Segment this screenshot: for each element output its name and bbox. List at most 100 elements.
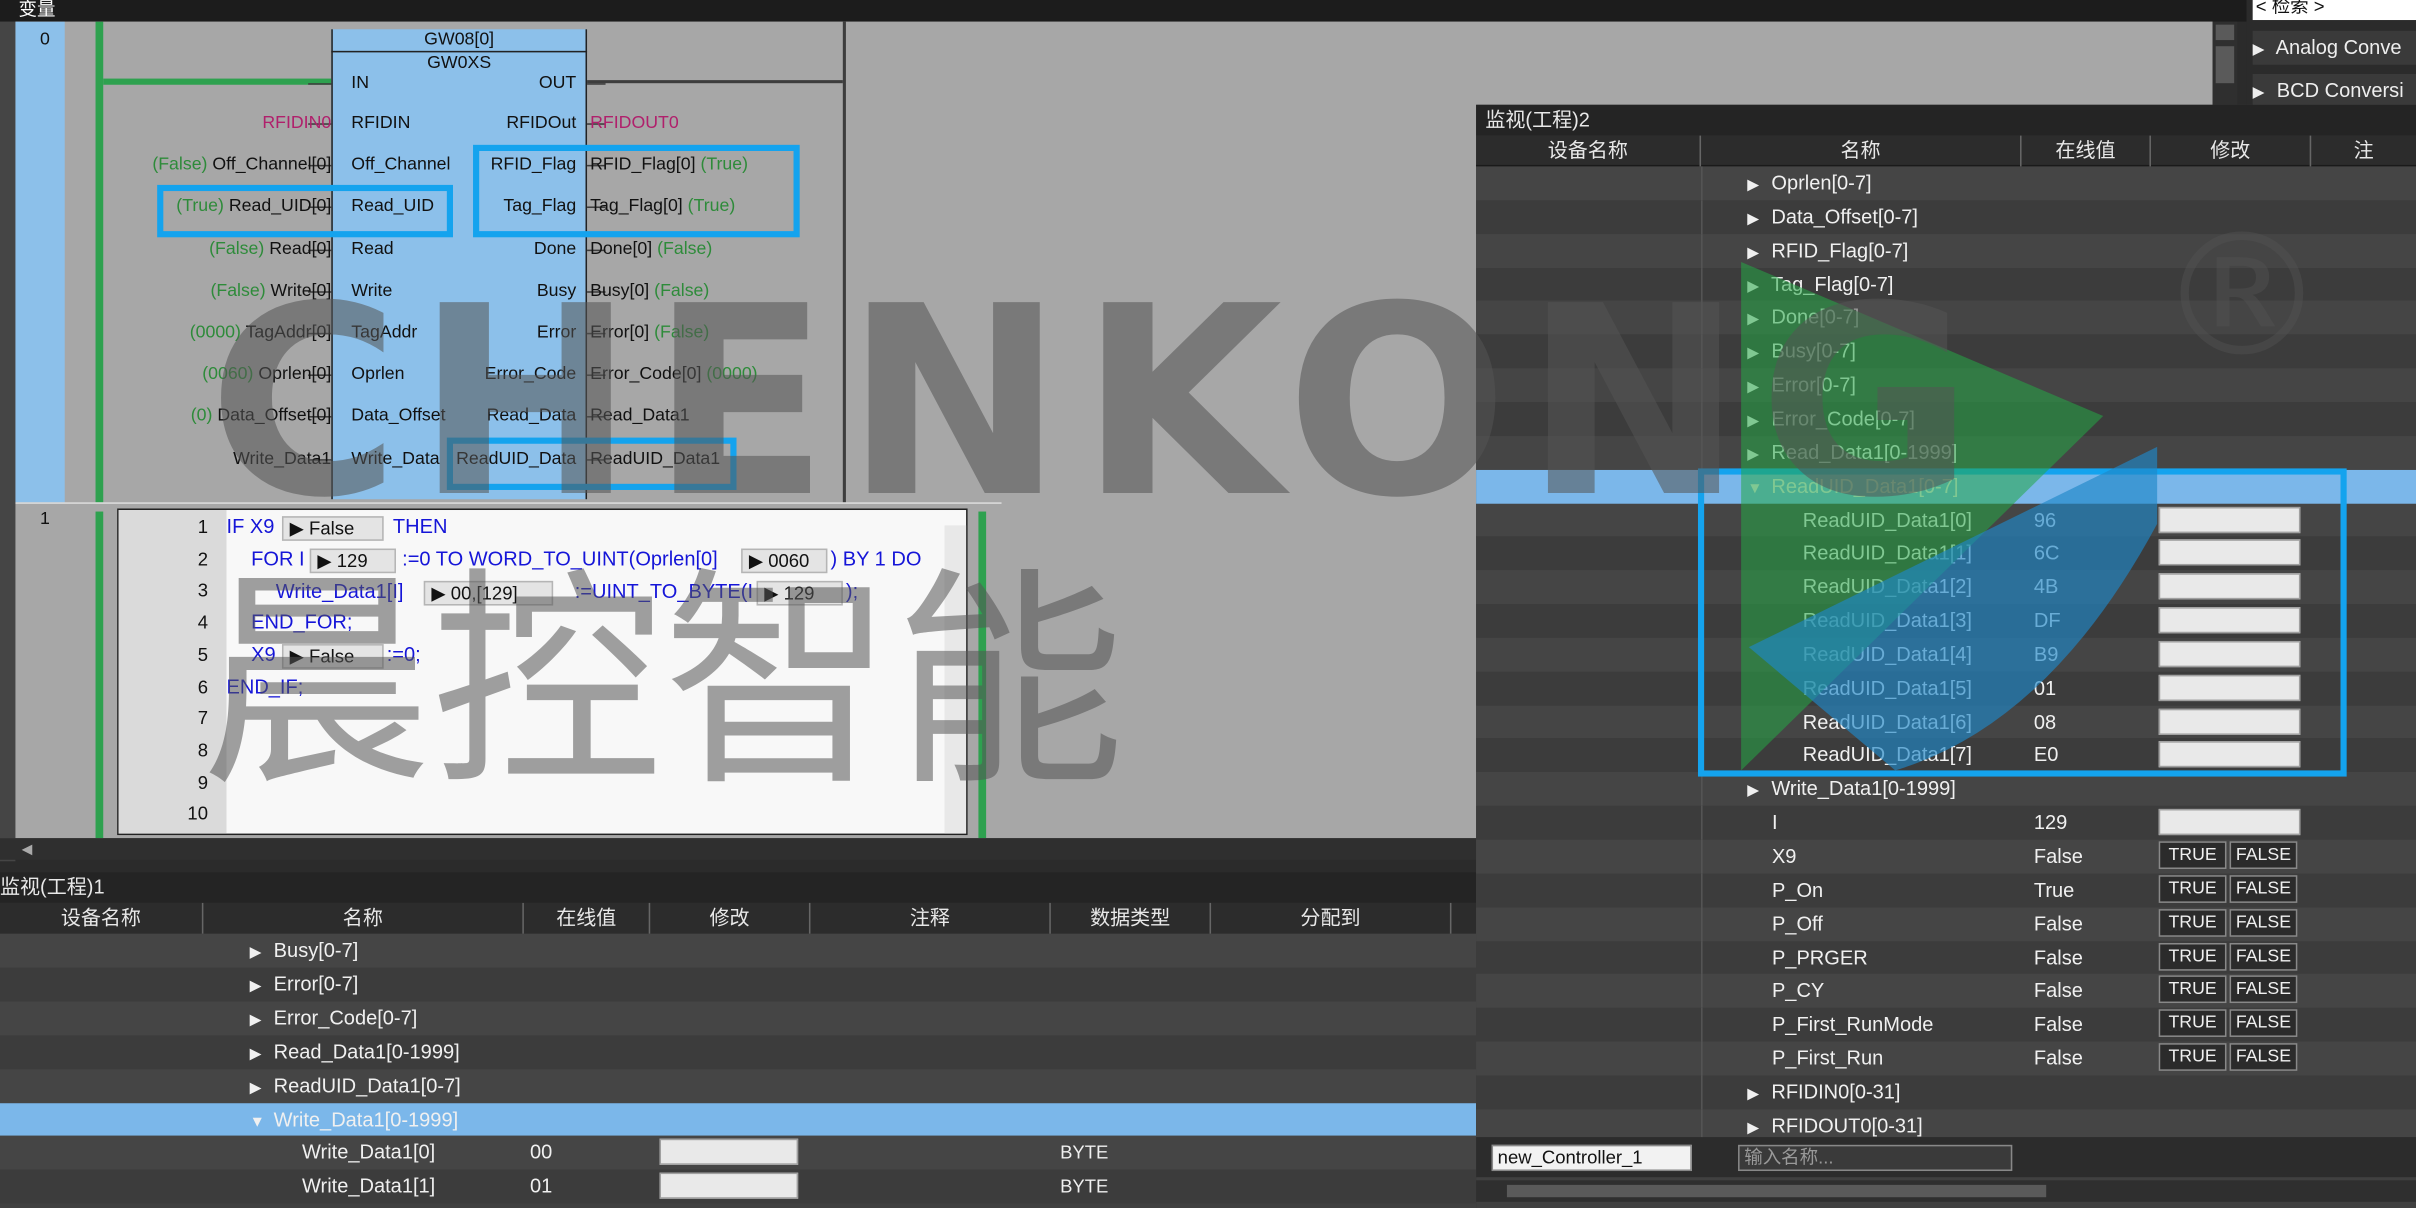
true-button[interactable]: TRUE — [2158, 1009, 2227, 1038]
watch2-row[interactable]: P_First_RunMode False TRUE FALSE — [1476, 1008, 2416, 1042]
expand-icon[interactable]: ▶ — [250, 1072, 268, 1106]
fb-input-var[interactable]: (0060) Oprlen[0] — [202, 364, 331, 386]
false-button[interactable]: FALSE — [2229, 1009, 2298, 1038]
fb-output-var[interactable]: Error[0] (False) — [590, 322, 709, 344]
function-block[interactable]: GW08[0] GW0XS — [331, 29, 588, 500]
watch2-row[interactable]: ▶ RFIDIN0[0-31] — [1476, 1075, 2416, 1112]
watch2-row[interactable]: ▶ Done[0-7] — [1476, 301, 2416, 335]
watch2-row[interactable]: ▶ Busy[0-7] — [1476, 334, 2416, 372]
watch2-row[interactable]: ▶ RFID_Flag[0-7] — [1476, 233, 2416, 268]
fb-input-var[interactable]: (0000) TagAddr[0] — [190, 322, 332, 344]
false-button[interactable]: FALSE — [2229, 908, 2298, 937]
expand-icon[interactable]: ▶ — [1747, 371, 1765, 405]
expand-icon[interactable]: ▶ — [1747, 1078, 1765, 1112]
scroll-thumb[interactable] — [2215, 46, 2235, 84]
tree-item-bcd[interactable]: ▶ BCD Conversi — [2252, 73, 2416, 108]
watch2-row[interactable]: ▶ Oprlen[0-7] — [1476, 166, 2416, 203]
col-name[interactable]: 名称 — [203, 902, 524, 934]
col-online-value[interactable]: 在线值 — [2022, 135, 2151, 167]
search-box[interactable]: < 检索 > — [2252, 0, 2416, 21]
col-device[interactable]: 设备名称 — [0, 902, 204, 934]
fb-input-var[interactable]: Write_Data1 — [233, 448, 331, 470]
fb-output-var[interactable]: RFIDOUT0 — [590, 112, 679, 134]
false-button[interactable]: FALSE — [2229, 874, 2298, 903]
col-modify[interactable]: 修改 — [2151, 135, 2312, 167]
col-device[interactable]: 设备名称 — [1476, 135, 1702, 167]
expand-icon[interactable]: ▶ — [1747, 775, 1765, 809]
tree-item-analog[interactable]: ▶ Analog Conve — [2252, 30, 2416, 65]
watch1-row[interactable]: ▼ Write_Data1[0-1999] — [0, 1102, 1477, 1137]
col-comment[interactable]: 注释 — [810, 902, 1051, 934]
watch2-row[interactable]: ▶ Data_Offset[0-7] — [1476, 200, 2416, 234]
watch1-row[interactable]: ▶ ReadUID_Data1[0-7] — [0, 1068, 1477, 1106]
false-button[interactable]: FALSE — [2229, 1043, 2298, 1072]
expand-icon[interactable]: ▶ — [1747, 270, 1765, 304]
col-assigned[interactable]: 分配到 — [1211, 902, 1452, 934]
side-tab-strip[interactable] — [0, 21, 16, 862]
watch2-row[interactable]: ▶ Tag_Flag[0-7] — [1476, 267, 2416, 304]
fb-input-var[interactable]: (False) Off_Channel[0] — [152, 154, 331, 176]
col-modify[interactable]: 修改 — [650, 902, 811, 934]
watch1-row[interactable]: ▶ Read_Data1[0-1999] — [0, 1034, 1477, 1072]
scroll-thumb[interactable] — [1506, 1184, 2047, 1198]
false-button[interactable]: FALSE — [2229, 975, 2298, 1004]
modify-field[interactable] — [659, 1139, 799, 1166]
watch2-row[interactable]: P_First_Run False TRUE FALSE — [1476, 1041, 2416, 1076]
modify-field[interactable] — [659, 1173, 799, 1200]
true-button[interactable]: TRUE — [2158, 942, 2227, 971]
st-code-editor[interactable]: 1234567891011 IF X9 ▶ False THEN FOR I ▶… — [117, 508, 968, 838]
expand-icon[interactable]: ▶ — [1747, 203, 1765, 237]
scroll-left-icon[interactable]: ◀ — [22, 842, 34, 856]
watch2-horizontal-scrollbar[interactable] — [1476, 1180, 2416, 1202]
true-button[interactable]: TRUE — [2158, 908, 2227, 937]
col-comment[interactable]: 注 — [2311, 136, 2416, 167]
watch1-row[interactable]: ▶ Busy[0-7] — [0, 933, 1477, 971]
expand-icon[interactable]: ▶ — [1747, 405, 1765, 439]
watch2-row[interactable]: ▶ Write_Data1[0-1999] — [1476, 772, 2416, 809]
watch2-row[interactable]: I 129 — [1476, 806, 2416, 840]
watch2-row[interactable]: X9 False TRUE FALSE — [1476, 839, 2416, 874]
fb-input-var[interactable]: (False) Write[0] — [210, 280, 331, 302]
fb-output-var[interactable]: Read_Data1 — [590, 406, 690, 428]
expand-icon[interactable]: ▶ — [1747, 338, 1765, 372]
watch1-row[interactable]: Write_Data1[1] 01 BYTE — [0, 1169, 1477, 1204]
fb-input-var[interactable]: (0) Data_Offset[0] — [191, 406, 332, 428]
inline-value-oprlen[interactable]: ▶ 0060 — [741, 548, 828, 574]
watch2-row[interactable]: ▶ Error_Code[0-7] — [1476, 402, 2416, 436]
scroll-up-button[interactable] — [2215, 24, 2235, 41]
inline-value-i2[interactable]: ▶ 129 — [756, 580, 843, 606]
variable-name-input[interactable]: 输入名称... — [1738, 1144, 2013, 1172]
fb-input-var[interactable]: RFIDIN0 — [262, 112, 331, 134]
watch1-row[interactable]: ▶ Error_Code[0-7] — [0, 1001, 1477, 1038]
col-online-value[interactable]: 在线值 — [524, 902, 651, 934]
watch1-row[interactable]: Write_Data1[0] 00 BYTE — [0, 1136, 1477, 1171]
watch2-row[interactable]: ▶ Read_Data1[0-1999] — [1476, 435, 2416, 470]
expand-icon[interactable]: ▶ — [1747, 304, 1765, 338]
true-button[interactable]: TRUE — [2158, 841, 2227, 870]
watch2-row[interactable]: P_CY False TRUE FALSE — [1476, 974, 2416, 1009]
col-name[interactable]: 名称 — [1701, 135, 2022, 167]
expand-icon[interactable]: ▶ — [250, 1004, 268, 1038]
watch2-row[interactable]: P_Off False TRUE FALSE — [1476, 907, 2416, 941]
watch2-row[interactable]: P_PRGER False TRUE FALSE — [1476, 940, 2416, 975]
expand-icon[interactable]: ▶ — [250, 1038, 268, 1072]
false-button[interactable]: FALSE — [2229, 942, 2298, 971]
expand-icon[interactable]: ▶ — [250, 937, 268, 971]
fb-output-var[interactable]: Error_Code[0] (0000) — [590, 364, 757, 386]
true-button[interactable]: TRUE — [2158, 874, 2227, 903]
fb-input-var[interactable]: (False) Read[0] — [209, 238, 331, 260]
false-button[interactable]: FALSE — [2229, 841, 2298, 870]
watch1-row[interactable]: ▶ Error[0-7] — [0, 967, 1477, 1002]
inline-value-x9-2[interactable]: ▶ False — [281, 644, 384, 669]
expand-icon[interactable]: ▶ — [1747, 169, 1765, 203]
watch2-row[interactable]: ▶ Error[0-7] — [1476, 368, 2416, 405]
inline-value-i[interactable]: ▶ 129 — [309, 548, 396, 574]
inline-value-x9[interactable]: ▶ False — [281, 516, 384, 541]
st-scrollbar[interactable] — [944, 525, 967, 834]
modify-field[interactable] — [2158, 809, 2301, 836]
true-button[interactable]: TRUE — [2158, 1043, 2227, 1072]
collapse-icon[interactable]: ▼ — [250, 1106, 268, 1140]
fb-output-var[interactable]: Busy[0] (False) — [590, 280, 709, 302]
expand-icon[interactable]: ▶ — [250, 971, 268, 1005]
fb-output-var[interactable]: Done[0] (False) — [590, 238, 712, 260]
